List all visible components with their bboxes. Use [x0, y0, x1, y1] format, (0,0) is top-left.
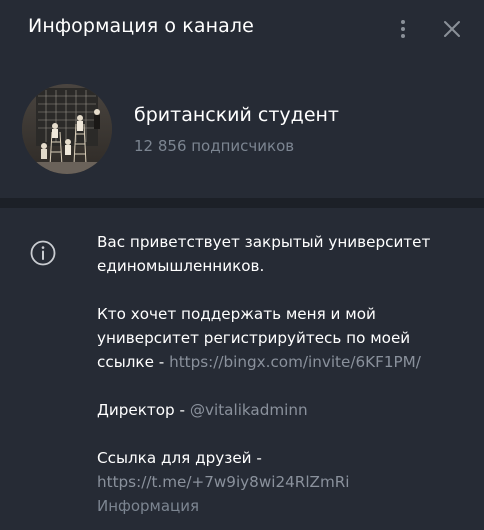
description-text: Директор - [97, 401, 190, 419]
info-label: Информация [97, 497, 200, 515]
invite-link[interactable]: https://t.me/+7w9iy8wi24RlZmRi [97, 470, 467, 494]
description-text: Вас приветствует закрытый университет [97, 233, 431, 251]
header: Информация о канале [0, 0, 484, 58]
description-text: единомышленников. [97, 257, 265, 275]
page-title: Информация о канале [28, 15, 254, 37]
channel-description: Вас приветствует закрытый университет ед… [97, 230, 467, 518]
close-icon [444, 21, 460, 37]
close-button[interactable] [440, 17, 464, 41]
more-vertical-icon-dot-3 [401, 34, 405, 38]
description-text: Ссылка для друзей - [97, 449, 262, 467]
info-section: Вас приветствует закрытый университет ед… [0, 208, 484, 530]
more-vertical-icon [401, 20, 405, 24]
subscriber-count: 12 856 подписчиков [134, 137, 295, 155]
avatar[interactable] [22, 84, 112, 174]
channel-profile: британский студент 12 856 подписчиков [0, 58, 484, 198]
info-icon [30, 240, 56, 266]
channel-name: британский студент [134, 104, 339, 126]
more-options-button[interactable] [390, 14, 416, 44]
description-paragraph: Вас приветствует закрытый университет ед… [97, 230, 467, 278]
more-vertical-icon-dot [401, 27, 405, 31]
director-mention-link[interactable]: @vitalikadminn [190, 401, 308, 419]
description-paragraph: Кто хочет поддержать меня и мой универси… [97, 302, 467, 374]
description-paragraph: Директор - @vitalikadminn [97, 398, 467, 422]
channel-info-panel: Информация о канале британский студент 1… [0, 0, 484, 530]
description-text: университет регистрируйтесь по моей [97, 329, 411, 347]
description-paragraph: Ссылка для друзей - https://t.me/+7w9iy8… [97, 446, 467, 494]
section-divider [0, 198, 484, 208]
avatar-photo [22, 84, 112, 174]
description-text: ссылке - [97, 353, 170, 371]
description-text: Кто хочет поддержать меня и мой [97, 305, 376, 323]
referral-link[interactable]: https://bingx.com/invite/6KF1PM/ [169, 353, 421, 371]
